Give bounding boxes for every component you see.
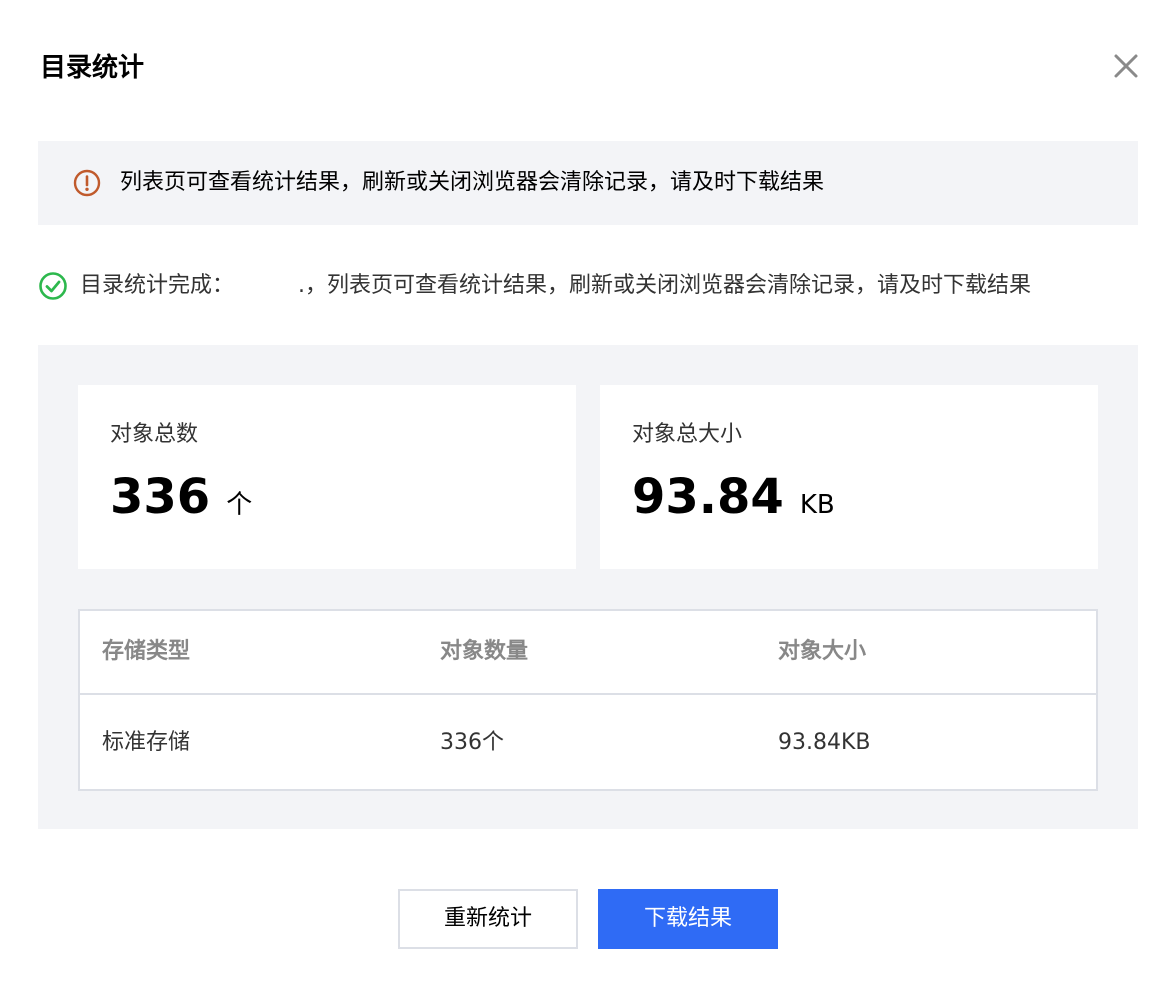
dialog-title: 目录统计: [40, 53, 145, 83]
header-object-count: 对象数量: [440, 639, 529, 664]
status-suffix: .，列表页可查看统计结果，刷新或关闭浏览器会清除记录，请及时下载结果: [298, 273, 1032, 298]
total-size-card: 对象总大小 93.84 KB: [600, 385, 1098, 569]
total-count-label: 对象总数: [110, 422, 199, 447]
total-size-number: 93.84: [632, 469, 784, 525]
total-count-number: 336: [110, 469, 211, 525]
header-object-size: 对象大小: [778, 639, 867, 664]
cell-object-count: 336个: [440, 730, 504, 755]
status-message: 目录统计完成： .，列表页可查看统计结果，刷新或关闭浏览器会清除记录，请及时下载结…: [38, 266, 1138, 306]
recount-button[interactable]: 重新统计: [398, 889, 578, 949]
close-icon[interactable]: [1110, 50, 1142, 82]
storage-table: 存储类型 对象数量 对象大小 标准存储 336个 93.84KB: [78, 609, 1098, 791]
notice-banner: 列表页可查看统计结果，刷新或关闭浏览器会清除记录，请及时下载结果: [38, 141, 1138, 225]
table-header-row: 存储类型 对象数量 对象大小: [80, 611, 1096, 695]
total-size-value: 93.84 KB: [632, 467, 835, 538]
stats-panel: 对象总数 336 个 对象总大小 93.84 KB 存储类型 对象数量 对象大小 标…: [38, 345, 1138, 829]
total-count-unit: 个: [226, 490, 253, 520]
check-circle-icon: [38, 271, 68, 301]
total-count-value: 336 个: [110, 467, 252, 538]
total-count-card: 对象总数 336 个: [78, 385, 576, 569]
header-storage-type: 存储类型: [102, 639, 191, 664]
total-size-unit: KB: [799, 490, 835, 520]
cell-object-size: 93.84KB: [778, 730, 871, 755]
cell-storage-type: 标准存储: [102, 730, 191, 755]
table-row: 标准存储 336个 93.84KB: [80, 695, 1096, 789]
directory-stats-dialog: 目录统计 列表页可查看统计结果，刷新或关闭浏览器会清除记录，请及时下载结果 目录…: [0, 0, 1172, 986]
status-prefix: 目录统计完成：: [80, 273, 235, 298]
total-size-label: 对象总大小: [632, 422, 743, 447]
download-results-button[interactable]: 下载结果: [598, 889, 778, 949]
status-text: 目录统计完成： .，列表页可查看统计结果，刷新或关闭浏览器会清除记录，请及时下载结…: [80, 266, 1031, 306]
warning-circle-icon: [73, 169, 101, 197]
notice-text: 列表页可查看统计结果，刷新或关闭浏览器会清除记录，请及时下载结果: [120, 170, 825, 195]
